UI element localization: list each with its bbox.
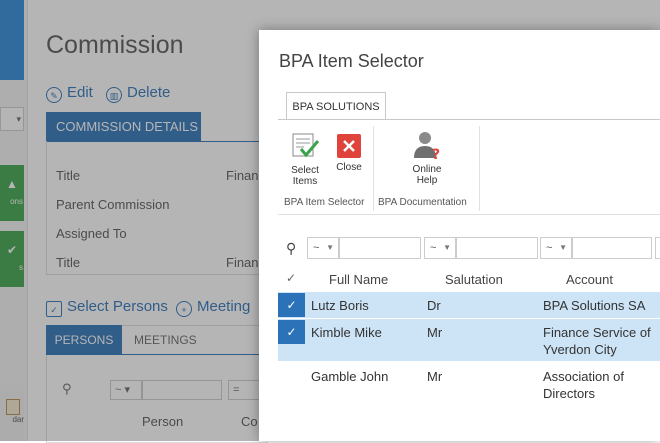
- column-header-account[interactable]: Account: [566, 272, 613, 287]
- item-selector-dialog: BPA Item Selector BPA SOLUTIONS Select I…: [259, 30, 660, 441]
- online-help-label: Online Help: [412, 164, 442, 186]
- filter-input-extra[interactable]: [655, 237, 660, 259]
- cell-salutation: Mr: [427, 325, 443, 340]
- filter-input-fullname[interactable]: [339, 237, 421, 259]
- filter-input-salutation[interactable]: [456, 237, 538, 259]
- cell-salutation: Mr: [427, 369, 443, 384]
- cell-account: BPA Solutions SA: [543, 298, 646, 313]
- ribbon-divider: [479, 126, 480, 211]
- select-all-checkbox[interactable]: ✓: [286, 271, 296, 285]
- filter-input-account[interactable]: [572, 237, 652, 259]
- filter-op-label: ~: [546, 242, 553, 254]
- column-header-salutation[interactable]: Salutation: [445, 272, 503, 287]
- cell-salutation: Dr: [427, 298, 441, 313]
- select-items-label: Select Items: [291, 165, 319, 187]
- close-button[interactable]: Close: [332, 134, 366, 173]
- row-checkbox[interactable]: ✓: [278, 293, 305, 317]
- filter-operator-salutation[interactable]: ~ ▼: [424, 237, 456, 259]
- ribbon-divider: [373, 126, 374, 211]
- search-icon: ⚲: [286, 240, 297, 256]
- select-items-button[interactable]: Select Items: [285, 131, 325, 187]
- chevron-down-icon: ▼: [443, 243, 451, 252]
- cell-full-name: Gamble John: [311, 369, 389, 384]
- row-checkbox[interactable]: ✓: [278, 320, 305, 344]
- svg-text:?: ?: [432, 147, 440, 160]
- chevron-down-icon: ▼: [326, 243, 334, 252]
- cell-full-name: Kimble Mike: [311, 325, 382, 340]
- filter-op-label: ~: [313, 242, 320, 254]
- filter-operator-account[interactable]: ~ ▼: [540, 237, 572, 259]
- group-label-item-selector: BPA Item Selector: [284, 197, 365, 208]
- filter-op-label: ~: [430, 242, 437, 254]
- online-help-button[interactable]: ? Online Help: [404, 130, 450, 186]
- column-header-full-name[interactable]: Full Name: [329, 272, 388, 287]
- cell-account: Association of Directors: [543, 369, 624, 401]
- table-row[interactable]: Gamble John Mr Association of Directors: [278, 363, 660, 405]
- table-row[interactable]: ✓ Lutz Boris Dr BPA Solutions SA: [278, 292, 660, 318]
- table-row[interactable]: ✓ Kimble Mike Mr Finance Service of Yver…: [278, 319, 660, 361]
- filter-operator-fullname[interactable]: ~ ▼: [307, 237, 339, 259]
- ribbon-tab-bpa-solutions[interactable]: BPA SOLUTIONS: [286, 92, 386, 120]
- cell-account: Finance Service of Yverdon City: [543, 325, 651, 357]
- close-label: Close: [336, 162, 362, 173]
- group-label-documentation: BPA Documentation: [378, 197, 467, 208]
- cell-full-name: Lutz Boris: [311, 298, 369, 313]
- dialog-title: BPA Item Selector: [279, 51, 424, 71]
- chevron-down-icon: ▼: [559, 243, 567, 252]
- help-person-icon: ?: [414, 132, 440, 160]
- select-items-icon: [292, 133, 320, 158]
- close-icon: [337, 134, 361, 158]
